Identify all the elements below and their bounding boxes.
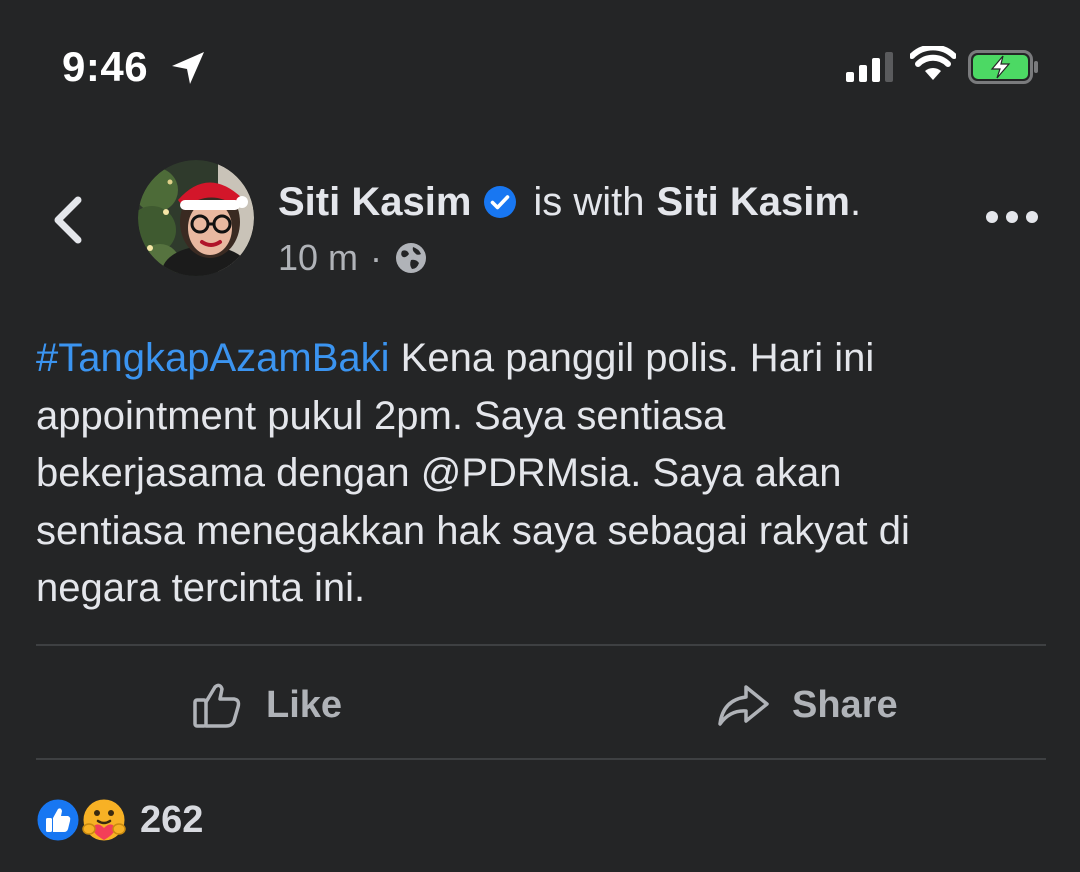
post-text-line: sentiasa menegakkan hak saya sebagai rak… — [36, 508, 910, 553]
post-text-segment: Kena panggil polis. Hari ini — [389, 336, 875, 380]
reaction-count: 262 — [140, 798, 204, 841]
more-options-button[interactable] — [984, 200, 1040, 234]
post-text: #TangkapAzamBaki Kena panggil polis. Har… — [36, 330, 1046, 618]
battery-charging-icon — [968, 50, 1038, 84]
like-label: Like — [266, 683, 343, 726]
globe-icon[interactable] — [394, 241, 428, 275]
like-button[interactable]: Like — [190, 670, 342, 740]
verified-badge-icon — [484, 186, 517, 218]
post-text-line: appointment pukul 2pm. Saya sentiasa — [36, 393, 726, 438]
share-label: Share — [792, 683, 898, 726]
post-text-line: negara tercinta ini. — [36, 566, 366, 610]
reactions-summary[interactable]: 262 — [34, 794, 203, 846]
avatar[interactable] — [138, 160, 254, 276]
divider — [36, 644, 1046, 646]
divider — [36, 758, 1046, 760]
post-text-line: #TangkapAzamBaki Kena panggil polis. Har… — [36, 330, 1046, 388]
like-reaction-icon — [34, 796, 82, 844]
tagged-suffix: . — [849, 180, 862, 224]
cellular-signal-icon — [846, 52, 893, 82]
care-reaction-icon — [80, 796, 128, 844]
tagged-person-name[interactable]: Siti Kasim — [657, 174, 850, 230]
post-header: Siti Kasim is with Siti Kasim . — [278, 174, 861, 230]
share-button[interactable]: Share — [716, 670, 898, 740]
with-text: is with — [533, 180, 645, 224]
thumbs-up-icon — [193, 683, 241, 728]
status-bar: 9:46 — [0, 0, 1080, 130]
hashtag-link[interactable]: #TangkapAzamBaki — [36, 336, 390, 380]
post-timestamp[interactable]: 10 m — [278, 237, 358, 279]
status-time: 9:46 — [62, 43, 149, 90]
meta-separator: · — [370, 237, 383, 278]
wifi-icon — [910, 46, 956, 80]
location-arrow-icon — [172, 52, 204, 84]
author-name[interactable]: Siti Kasim — [278, 174, 471, 230]
back-button[interactable] — [44, 192, 94, 248]
share-arrow-icon — [718, 685, 769, 726]
post-text-line: bekerjasama dengan @PDRMsia. Saya akan — [36, 451, 842, 495]
post-meta: 10 m · — [278, 234, 428, 282]
